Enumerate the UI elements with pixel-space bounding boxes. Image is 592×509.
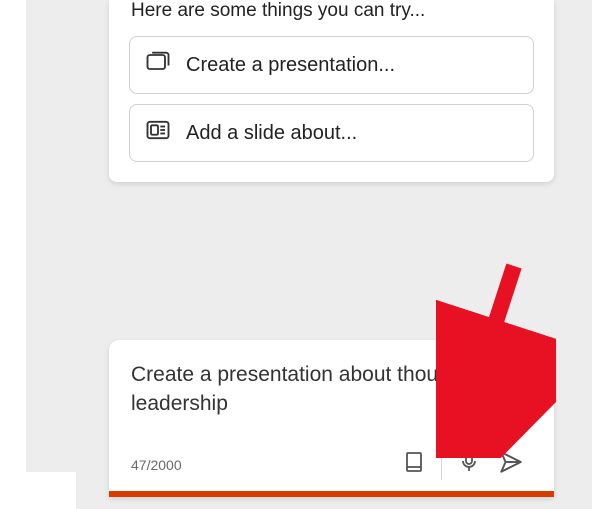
suggestion-label: Create a presentation... xyxy=(186,54,395,77)
book-icon xyxy=(402,450,426,479)
toolbar-divider xyxy=(441,450,442,480)
copilot-chat-area: Here are some things you can try... Crea… xyxy=(76,0,592,509)
add-slide-suggestion[interactable]: Add a slide about... xyxy=(129,104,534,162)
slides-stack-icon xyxy=(144,48,172,82)
suggestions-card: Here are some things you can try... Crea… xyxy=(109,0,554,182)
suggestions-intro: Here are some things you can try... xyxy=(129,0,534,32)
composer-toolbar: 47/2000 xyxy=(131,439,532,491)
voice-input-button[interactable] xyxy=(448,444,490,486)
microphone-icon xyxy=(457,450,481,479)
left-side-panel xyxy=(26,0,76,472)
prompt-input[interactable]: Create a presentation about thought lead… xyxy=(131,360,532,419)
prompt-guide-button[interactable] xyxy=(393,444,435,486)
send-button[interactable] xyxy=(490,444,532,486)
composer-accent-bar xyxy=(109,491,554,497)
create-presentation-suggestion[interactable]: Create a presentation... xyxy=(129,36,534,94)
slide-layout-icon xyxy=(144,116,172,150)
character-counter: 47/2000 xyxy=(131,457,393,473)
window-gutter xyxy=(0,0,26,472)
suggestion-label: Add a slide about... xyxy=(186,122,357,145)
prompt-composer: Create a presentation about thought lead… xyxy=(109,340,554,497)
send-icon xyxy=(498,449,524,480)
